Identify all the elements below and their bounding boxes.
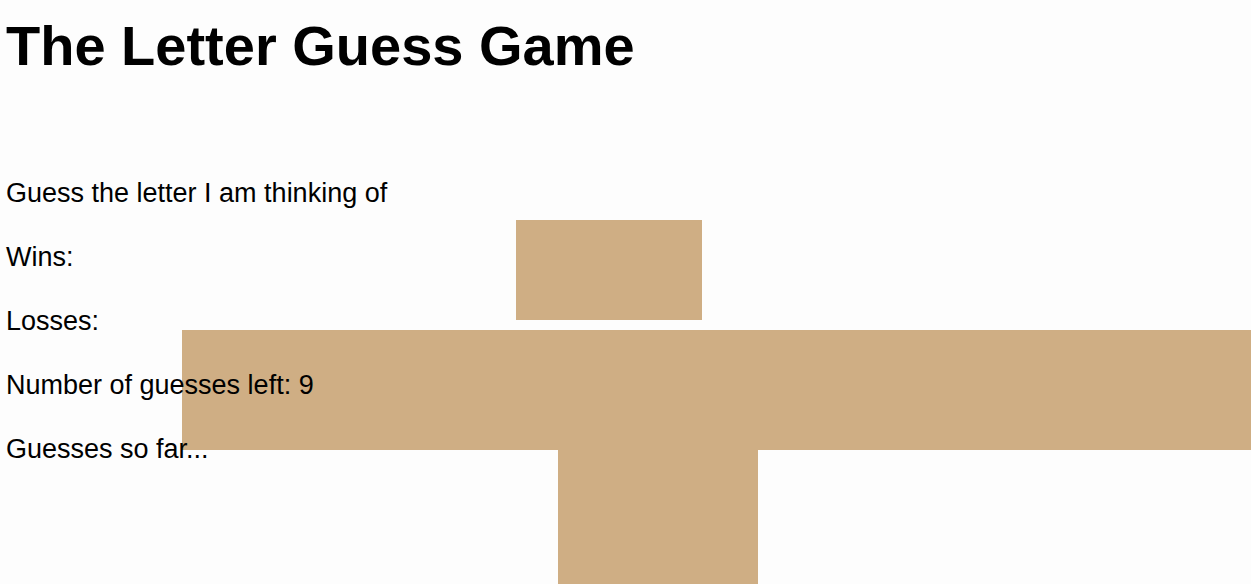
prompt-text: Guess the letter I am thinking of (6, 177, 1245, 209)
stat-line: Guesses so far... (6, 433, 1245, 465)
game-info: Guess the letter I am thinking of Wins: Lo… (6, 177, 1245, 465)
stat-line: Losses: (6, 305, 1245, 337)
stat-label: Guesses so far... (6, 434, 209, 464)
stat-label: Wins: (6, 242, 74, 272)
stat-label: Losses: (6, 306, 99, 336)
stat-line: Wins: (6, 241, 1245, 273)
stat-label: Number of guesses left: (6, 370, 291, 400)
stat-line: Number of guesses left: 9 (6, 369, 1245, 401)
background-photo: The Letter Guess Game Guess the letter I… (0, 0, 1251, 584)
stat-value: 9 (299, 370, 314, 400)
game-title: The Letter Guess Game (6, 12, 1245, 79)
